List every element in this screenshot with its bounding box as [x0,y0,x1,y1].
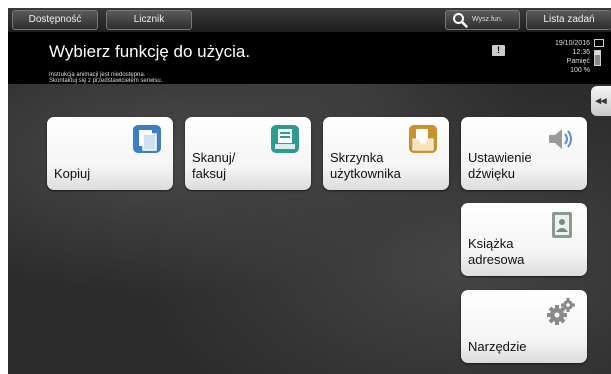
accessibility-button[interactable]: Dostępność [12,10,98,30]
utility-tile[interactable]: Narzędzie [461,290,587,363]
warning-icon[interactable]: ! [492,45,505,56]
user-box-tile[interactable]: Skrzynka użytkownika [323,117,449,190]
speaker-icon [549,129,572,149]
top-bar: Dostępność Licznik Wysz.fun. Lista zadań [8,8,611,32]
counter-button[interactable]: Licznik [106,10,192,30]
gear-icon [547,298,575,325]
scan-fax-icon [271,125,299,153]
function-search-label: Wysz.fun. [472,16,503,23]
printer-status-icon [594,39,604,47]
time-text: 12:36 [572,49,590,56]
utility-label: Narzędzie [468,339,527,354]
job-list-button[interactable]: Lista zadań [526,10,611,30]
main-screen: Dostępność Licznik Wysz.fun. Lista zadań… [8,8,611,374]
message-header: Wybierz funkcję do użycia. Instrukcja an… [8,32,611,84]
copy-icon [133,125,161,153]
page-title: Wybierz funkcję do użycia. [49,42,251,61]
address-book-icon [552,212,572,238]
side-panel-toggle[interactable]: ◂◂ [591,86,611,116]
user-box-icon [409,125,437,153]
address-book-tile[interactable]: Książka adresowa [461,203,587,276]
user-box-label: Skrzynka użytkownika [330,150,401,181]
address-book-label: Książka adresowa [468,236,525,267]
memory-value: 100 % [570,67,590,74]
toner-level-icon [594,50,601,66]
status-icons [594,39,608,66]
copy-tile[interactable]: Kopiuj [47,117,173,190]
function-search-button[interactable]: Wysz.fun. [445,10,520,30]
scan-fax-tile[interactable]: Skanuj/faksuj [185,117,311,190]
sound-settings-tile[interactable]: Ustawienie dźwięku [461,117,587,190]
search-icon [453,13,468,28]
date-text: 19/10/2016 [554,40,590,47]
scan-fax-label: Skanuj/faksuj [192,150,236,181]
status-info: 19/10/2016 12:36 Pamięć 100 % [555,39,590,75]
copy-label: Kopiuj [54,166,91,181]
memory-label: Pamięć [566,58,590,65]
sound-settings-label: Ustawienie dźwięku [468,150,532,181]
animation-info-line-2: Skontaktuj się z przedstawicielem serwis… [49,78,163,84]
